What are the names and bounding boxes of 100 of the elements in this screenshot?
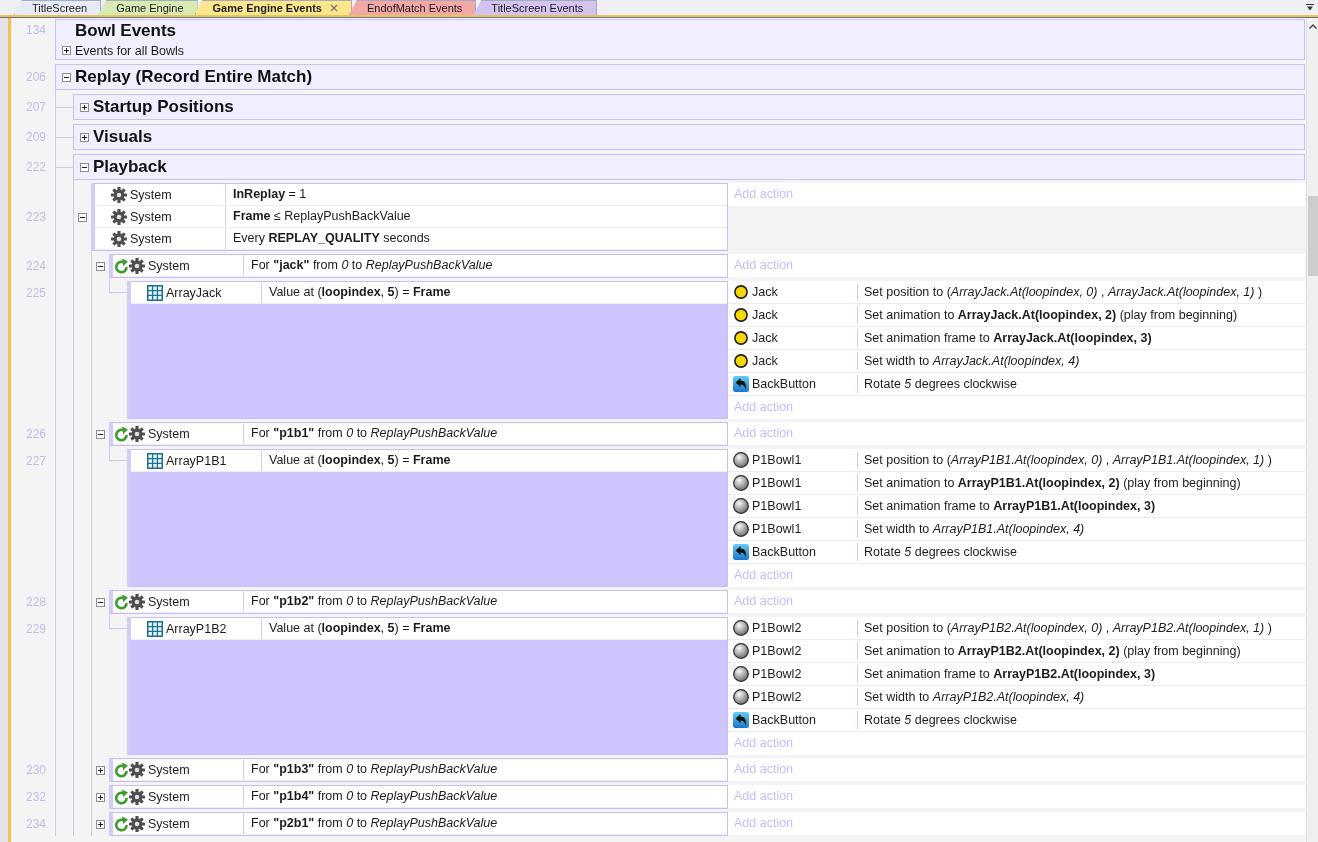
action-row[interactable]: Jack Set animation frame to ArrayJack.At(loopindex, 3)	[728, 327, 1305, 350]
group-header[interactable]: Replay (Record Entire Match)	[55, 64, 1305, 90]
action-row[interactable]: P1Bowl1 Set animation to ArrayP1B1.At(loopindex, 2) (play from beginning)	[728, 472, 1305, 495]
group-title: Playback	[93, 157, 167, 177]
circular-arrow-icon	[114, 257, 129, 274]
circular-arrow-icon	[114, 815, 129, 832]
document-tab[interactable]: TitleScreen Events	[473, 0, 598, 15]
action-row[interactable]: P1Bowl1 Set width to ArrayP1B1.At(loopindex, 4)	[728, 518, 1305, 541]
collapse-icon[interactable]	[96, 597, 105, 607]
action-row[interactable]: P1Bowl1 Set animation frame to ArrayP1B1.At(loopindex, 3)	[728, 495, 1305, 518]
group-header[interactable]: Visuals	[73, 124, 1305, 150]
group-header[interactable]: Startup Positions	[73, 94, 1305, 120]
action-row[interactable]: Jack Set width to ArrayJack.At(loopindex, 4)	[728, 350, 1305, 373]
tree-connector	[56, 166, 73, 168]
object-name: System	[148, 426, 190, 441]
circular-arrow-icon	[114, 593, 129, 610]
line-number: 234	[25, 817, 46, 831]
sphere-icon	[733, 498, 749, 514]
condition-row[interactable]: System Every REPLAY_QUALITY seconds	[95, 228, 727, 250]
action-row[interactable]: P1Bowl2 Set animation to ArrayP1B2.At(loopindex, 2) (play from beginning)	[728, 640, 1305, 663]
condition-text: For "p1b4" from 0 to ReplayPushBackValue	[243, 786, 727, 807]
condition-text: For "p1b3" from 0 to ReplayPushBackValue	[243, 759, 727, 780]
return-arrow-icon	[733, 376, 749, 392]
circle-icon	[734, 285, 748, 299]
condition-text: Frame ≤ ReplayPushBackValue	[225, 206, 727, 227]
tree-connector	[56, 106, 73, 108]
condition-row[interactable]: System InReplay = 1	[95, 184, 727, 206]
object-name: System	[148, 762, 190, 777]
action-row[interactable]: P1Bowl2 Set width to ArrayP1B2.At(loopindex, 4)	[728, 686, 1305, 709]
circular-arrow-icon	[114, 761, 129, 778]
group-title: Visuals	[93, 127, 153, 147]
action-row[interactable]: BackButton Rotate 5 degrees clockwise	[728, 541, 1305, 564]
circular-arrow-icon	[114, 788, 129, 805]
scrollbar[interactable]	[1306, 18, 1318, 842]
action-text: Rotate 5 degrees clockwise	[857, 711, 1305, 729]
group-header[interactable]: Bowl Events Events for all Bowls	[55, 19, 1305, 60]
action-row[interactable]: Jack Set animation to ArrayJack.At(loopindex, 2) (play from beginning)	[728, 304, 1305, 327]
condition-row[interactable]: System Frame ≤ ReplayPushBackValue	[95, 206, 727, 228]
object-name: Jack	[752, 354, 778, 368]
line-number: 134	[25, 23, 46, 37]
gear-icon	[129, 593, 145, 610]
object-name: P1Bowl2	[752, 644, 802, 658]
gear-icon	[111, 186, 127, 203]
gear-icon	[129, 761, 145, 778]
document-tab[interactable]: TitleScreen	[14, 0, 102, 15]
gear-icon	[111, 230, 127, 247]
line-number: 226	[25, 427, 46, 441]
expand-icon[interactable]	[96, 819, 105, 829]
condition-row[interactable]: ArrayP1B1 Value at (loopindex, 5) = Frame	[131, 450, 727, 472]
dropdown-icon[interactable]	[1306, 4, 1314, 11]
grid-icon	[147, 284, 163, 301]
object-name: P1Bowl2	[752, 667, 802, 681]
condition-text: Value at (loopindex, 5) = Frame	[261, 618, 727, 639]
close-icon[interactable]	[329, 4, 338, 12]
object-name: BackButton	[752, 545, 816, 559]
group-header[interactable]: Playback	[73, 154, 1305, 180]
circle-icon	[734, 308, 748, 322]
document-tab[interactable]: EndofMatch Events	[348, 0, 477, 15]
action-row[interactable]: BackButton Rotate 5 degrees clockwise	[728, 709, 1305, 732]
expand-icon[interactable]	[80, 102, 89, 112]
condition-block[interactable]: ArrayJack Value at (loopindex, 5) = Frame	[127, 281, 728, 419]
condition-block[interactable]: ArrayP1B2 Value at (loopindex, 5) = Frame	[127, 617, 728, 755]
line-number: 209	[25, 130, 46, 144]
object-name: P1Bowl1	[752, 476, 802, 490]
expand-icon[interactable]	[80, 132, 89, 142]
action-row[interactable]: BackButton Rotate 5 degrees clockwise	[728, 373, 1305, 396]
collapse-icon[interactable]	[96, 261, 105, 271]
condition-row[interactable]: ArrayP1B2 Value at (loopindex, 5) = Frame	[131, 618, 727, 640]
action-text: Set width to ArrayP1B1.At(loopindex, 4)	[857, 520, 1305, 538]
tree-connector	[56, 136, 73, 138]
scrollbar-thumb[interactable]	[1307, 196, 1318, 276]
condition-text: For "jack" from 0 to ReplayPushBackValue	[243, 255, 727, 276]
collapse-icon[interactable]	[78, 212, 87, 222]
object-name: System	[130, 187, 172, 202]
scroll-up-icon[interactable]	[1308, 24, 1317, 29]
collapse-icon[interactable]	[62, 72, 71, 82]
collapse-icon[interactable]	[80, 162, 89, 172]
gear-icon	[129, 788, 145, 805]
action-row[interactable]: P1Bowl1 Set position to (ArrayP1B1.At(loopindex, 0) , ArrayP1B1.At(loopindex, 1) )	[728, 449, 1305, 472]
action-text: Set animation to ArrayJack.At(loopindex, 2) (play from beginning)	[857, 306, 1305, 324]
object-name: BackButton	[752, 377, 816, 391]
object-name: System	[148, 816, 190, 831]
expand-icon[interactable]	[96, 765, 105, 775]
document-tab[interactable]: Game Engine Events	[194, 0, 352, 15]
action-row[interactable]: Jack Set position to (ArrayJack.At(loopindex, 0) , ArrayJack.At(loopindex, 1) )	[728, 281, 1305, 304]
expand-icon[interactable]	[96, 792, 105, 802]
line-number: 207	[25, 100, 46, 114]
expand-icon[interactable]	[62, 46, 71, 55]
action-row[interactable]: P1Bowl2 Set animation frame to ArrayP1B2.At(loopindex, 3)	[728, 663, 1305, 686]
condition-text: Every REPLAY_QUALITY seconds	[225, 228, 727, 249]
document-tab[interactable]: Game Engine	[98, 0, 198, 15]
condition-text: InReplay = 1	[225, 184, 727, 205]
collapse-icon[interactable]	[96, 429, 105, 439]
line-number: 206	[25, 70, 46, 84]
condition-row[interactable]: ArrayJack Value at (loopindex, 5) = Frame	[131, 282, 727, 304]
action-text: Set position to (ArrayP1B1.At(loopindex, 0) , ArrayP1B1.At(loopindex, 1) )	[857, 451, 1305, 469]
action-row[interactable]: P1Bowl2 Set position to (ArrayP1B2.At(loopindex, 0) , ArrayP1B2.At(loopindex, 1) )	[728, 617, 1305, 640]
condition-block[interactable]: ArrayP1B1 Value at (loopindex, 5) = Frame	[127, 449, 728, 587]
action-text: Set animation frame to ArrayP1B2.At(loopindex, 3)	[857, 665, 1305, 683]
object-name: P1Bowl1	[752, 522, 802, 536]
